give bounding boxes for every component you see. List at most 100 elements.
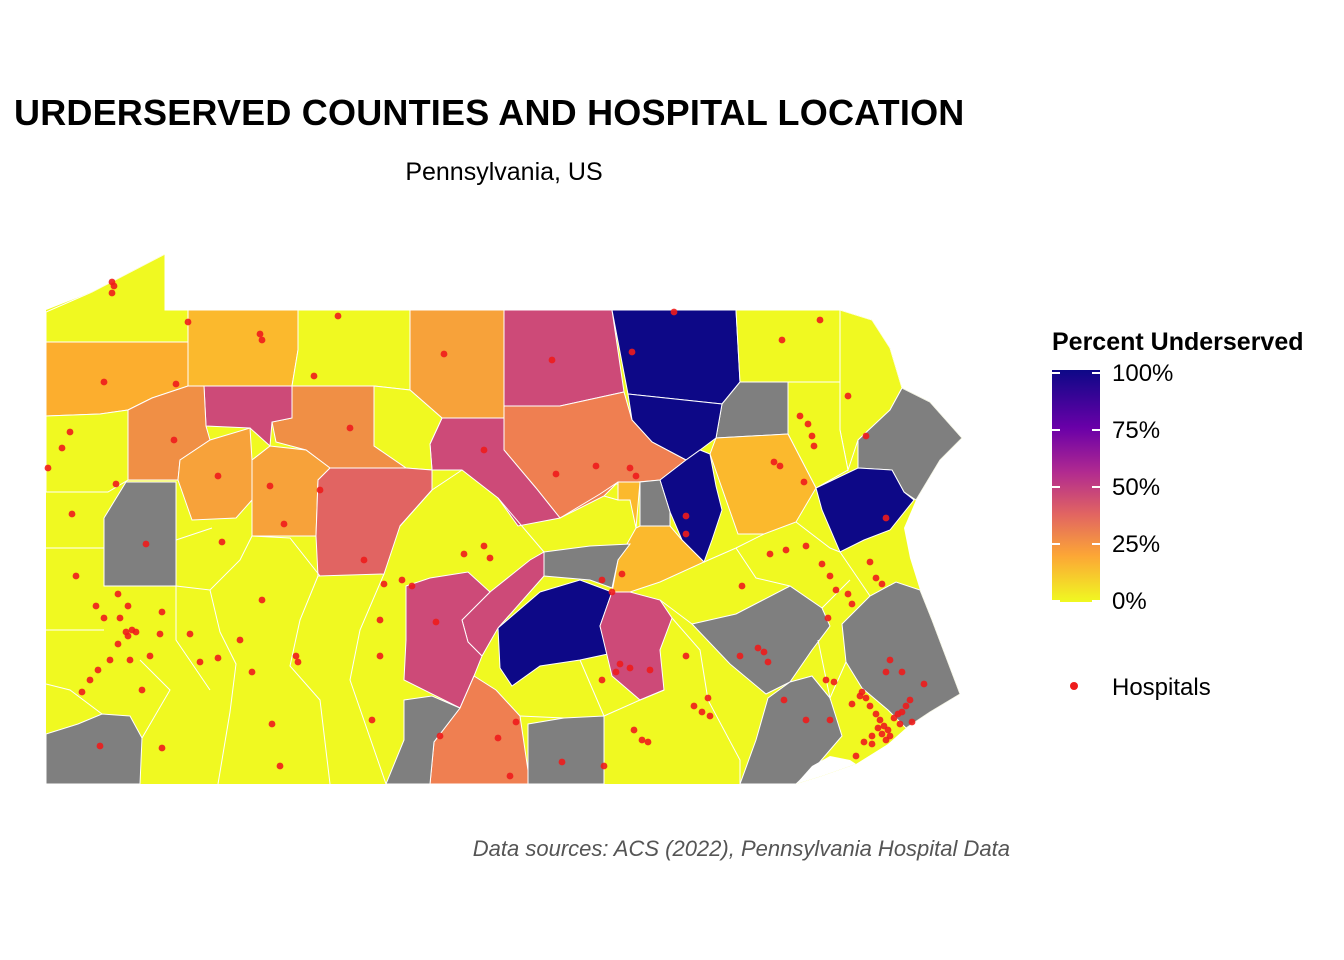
hospital-marker xyxy=(598,676,606,684)
hospital-marker xyxy=(506,772,514,780)
data-source-caption: Data sources: ACS (2022), Pennsylvania H… xyxy=(472,836,1010,861)
legend-tick xyxy=(1052,372,1060,374)
hospital-marker xyxy=(214,472,222,480)
hospital-marker xyxy=(738,582,746,590)
hospital-marker xyxy=(872,574,880,582)
hospital-marker xyxy=(852,752,860,760)
hospital-marker xyxy=(782,546,790,554)
hospital-marker xyxy=(78,688,86,696)
hospital-marker xyxy=(886,656,894,664)
hospital-marker xyxy=(592,462,600,470)
hospital-marker xyxy=(682,530,690,538)
hospital-marker xyxy=(826,572,834,580)
hospital-marker xyxy=(844,392,852,400)
hospital-marker xyxy=(754,644,762,652)
hospital-marker xyxy=(114,640,122,648)
hospital-marker xyxy=(632,472,640,480)
hospital-marker xyxy=(876,716,884,724)
hospital-marker xyxy=(124,602,132,610)
hospital-marker xyxy=(72,572,80,580)
hospital-marker xyxy=(552,470,560,478)
hospital-marker xyxy=(802,542,810,550)
hospital-marker xyxy=(94,666,102,674)
hospital-marker xyxy=(882,736,890,744)
hospital-marker xyxy=(316,486,324,494)
hospital-marker xyxy=(626,464,634,472)
hospital-marker xyxy=(368,716,376,724)
hospital-marker xyxy=(706,712,714,720)
hospital-marker xyxy=(376,616,384,624)
legend-tick xyxy=(1052,600,1060,602)
hospital-marker xyxy=(116,614,124,622)
hospital-marker xyxy=(638,736,646,744)
hospital-marker xyxy=(124,632,132,640)
hospital-marker xyxy=(818,560,826,568)
hospital-marker xyxy=(804,420,812,428)
hospital-marker xyxy=(882,668,890,676)
legend-tick xyxy=(1052,486,1060,488)
county-mercer xyxy=(46,409,129,493)
hospital-marker xyxy=(832,586,840,594)
hospital-marker xyxy=(796,412,804,420)
hospital-marker xyxy=(872,710,880,718)
hospital-marker xyxy=(802,716,810,724)
hospital-marker xyxy=(830,678,838,686)
legend-label-50: 50% xyxy=(1112,474,1161,501)
hospital-marker xyxy=(236,636,244,644)
hospital-marker xyxy=(882,514,890,522)
hospital-marker xyxy=(764,658,772,666)
hospital-marker xyxy=(398,576,406,584)
hospital-marker xyxy=(908,718,916,726)
hospital-marker xyxy=(100,614,108,622)
hospital-marker xyxy=(280,520,288,528)
hospital-legend-dot-icon xyxy=(1070,682,1078,690)
hospital-marker xyxy=(704,694,712,702)
hospital-marker xyxy=(440,350,448,358)
hospital-marker xyxy=(608,588,616,596)
hospital-marker xyxy=(898,668,906,676)
hospital-marker xyxy=(376,652,384,660)
hospital-marker xyxy=(698,708,706,716)
hospital-marker xyxy=(862,432,870,440)
hospital-marker xyxy=(866,558,874,566)
hospital-marker xyxy=(770,458,778,466)
hospital-marker xyxy=(800,478,808,486)
hospital-marker xyxy=(66,428,74,436)
hospital-marker xyxy=(874,724,882,732)
hospital-marker xyxy=(644,738,652,746)
legend-tick xyxy=(1052,429,1060,431)
hospital-marker xyxy=(816,316,824,324)
hospital-marker xyxy=(214,654,222,662)
hospital-legend-label: Hospitals xyxy=(1112,674,1211,701)
county-mckean xyxy=(291,309,411,391)
hospital-marker xyxy=(96,742,104,750)
hospital-marker xyxy=(266,482,274,490)
hospital-marker xyxy=(884,726,892,734)
legend-tick xyxy=(1092,600,1100,602)
hospital-marker xyxy=(156,630,164,638)
hospital-marker xyxy=(626,664,634,672)
hospital-marker xyxy=(486,554,494,562)
hospital-marker xyxy=(108,289,116,297)
hospital-marker xyxy=(690,702,698,710)
hospital-marker xyxy=(598,576,606,584)
legend-tick xyxy=(1092,372,1100,374)
hospital-marker xyxy=(268,720,276,728)
hospital-marker xyxy=(106,656,114,664)
hospital-marker xyxy=(878,730,886,738)
hospital-marker xyxy=(600,762,608,770)
hospital-marker xyxy=(58,444,66,452)
hospital-marker xyxy=(100,378,108,386)
legend-tick xyxy=(1092,543,1100,545)
hospital-marker xyxy=(878,580,886,588)
hospital-marker xyxy=(558,758,566,766)
hospital-marker xyxy=(132,628,140,636)
hospital-marker xyxy=(618,570,626,578)
hospital-marker xyxy=(196,658,204,666)
hospital-marker xyxy=(258,596,266,604)
hospital-marker xyxy=(92,602,100,610)
hospital-marker xyxy=(170,436,178,444)
hospital-marker xyxy=(824,614,832,622)
legend-tick xyxy=(1092,429,1100,431)
hospital-marker xyxy=(766,550,774,558)
